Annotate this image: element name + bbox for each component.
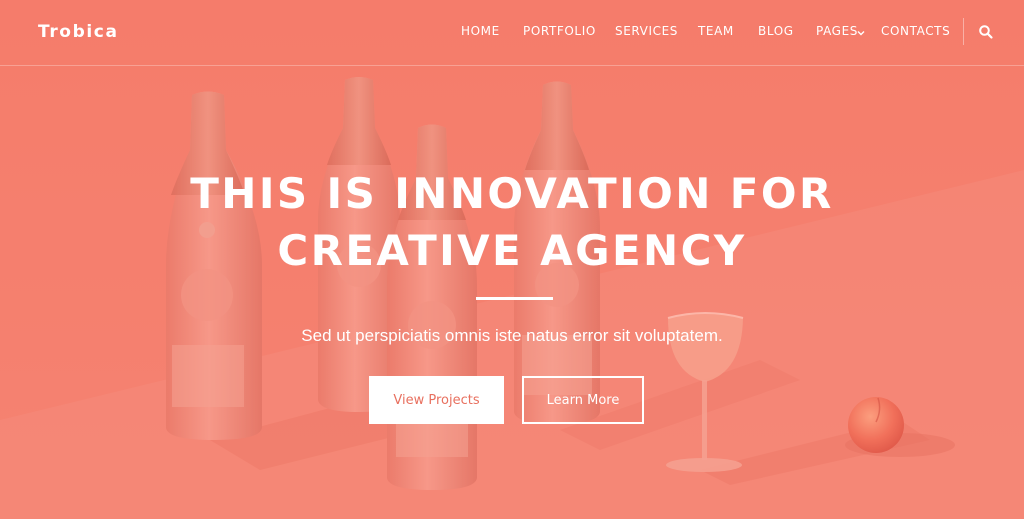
nav-item-blog[interactable]: BLOG bbox=[758, 24, 794, 38]
hero-headline-line-2: CREATIVE AGENCY bbox=[277, 226, 747, 275]
nav-item-home[interactable]: HOME bbox=[461, 24, 500, 38]
nav-item-pages[interactable]: PAGES bbox=[816, 24, 858, 38]
site-header: Trobica HOME PORTFOLIO SERVICES TEAM BLO… bbox=[0, 0, 1024, 66]
learn-more-button[interactable]: Learn More bbox=[522, 376, 644, 424]
hero-headline: THIS IS INNOVATION FOR CREATIVE AGENCY bbox=[0, 165, 1024, 279]
headline-divider bbox=[476, 297, 553, 300]
nav-divider bbox=[963, 18, 964, 45]
nav-item-contacts[interactable]: CONTACTS bbox=[881, 24, 950, 38]
hero-subtitle: Sed ut perspiciatis omnis iste natus err… bbox=[301, 326, 723, 345]
view-projects-button[interactable]: View Projects bbox=[369, 376, 504, 424]
chevron-down-icon[interactable] bbox=[857, 29, 865, 37]
nav-item-portfolio[interactable]: PORTFOLIO bbox=[523, 24, 596, 38]
brand-logo[interactable]: Trobica bbox=[38, 22, 119, 42]
nav-item-services[interactable]: SERVICES bbox=[615, 24, 678, 38]
nav-item-team[interactable]: TEAM bbox=[698, 24, 734, 38]
search-icon[interactable] bbox=[978, 24, 994, 40]
hero-headline-line-1: THIS IS INNOVATION FOR bbox=[190, 169, 834, 218]
